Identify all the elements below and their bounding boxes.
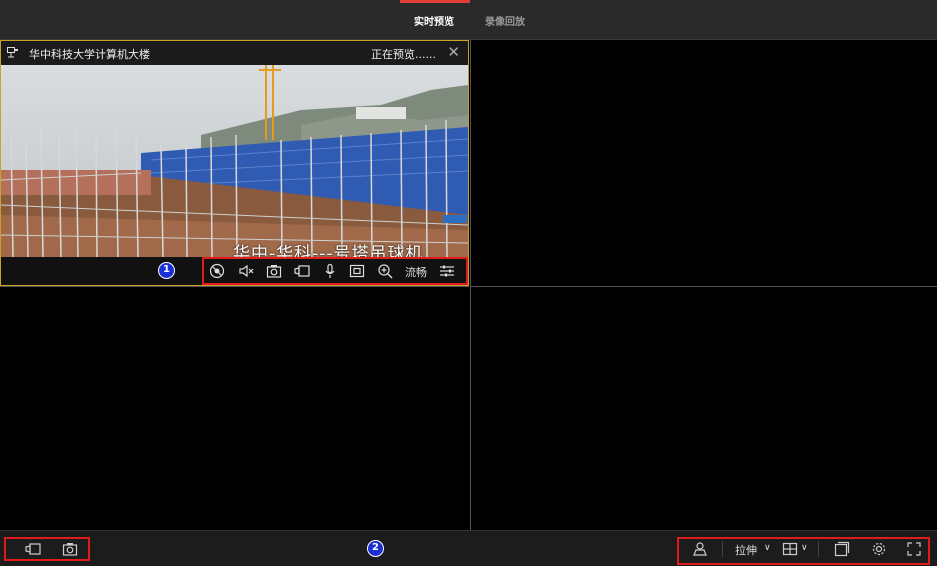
record-icon[interactable] [294,263,310,279]
annotation-badge: 1 [158,262,175,279]
settings-sliders-icon[interactable] [439,263,455,279]
fullscreen-frame-icon[interactable] [349,263,365,279]
microphone-icon[interactable] [322,263,338,279]
snapshot-icon[interactable] [62,541,78,557]
stream-quality-button[interactable]: 流畅 [405,264,427,280]
pane-toolbar: 1 流畅 [1,257,468,285]
chevron-down-icon[interactable]: ∨ [764,543,771,553]
video-pane-2[interactable] [470,40,937,286]
video-grid: 华中科技大学计算机大楼 正在预览...... ✕ 华中-华科---号塔吊球机 1… [0,40,937,530]
pane-header: 华中科技大学计算机大楼 正在预览...... ✕ [1,41,468,65]
video-pane-1[interactable]: 华中科技大学计算机大楼 正在预览...... ✕ 华中-华科---号塔吊球机 1… [0,40,469,286]
snapshot-icon[interactable] [266,263,282,279]
layout-grid-icon[interactable] [782,541,798,557]
tab-live-preview[interactable]: 实时预览 [414,13,454,28]
user-icon[interactable] [692,541,708,557]
tab-playback[interactable]: 录像回放 [485,13,525,28]
window-icon[interactable] [834,541,850,557]
camera-title: 华中科技大学计算机大楼 [29,48,150,61]
divider [722,541,723,557]
preview-status: 正在预览...... [371,48,436,61]
close-icon[interactable]: ✕ [447,43,460,61]
camera-icon [7,47,18,58]
active-tab-indicator [400,0,470,3]
expand-icon[interactable] [906,541,922,557]
annotation-badge: 2 [367,540,384,557]
chevron-down-icon[interactable]: ∨ [801,543,808,553]
video-feed [1,65,468,257]
zoom-in-icon[interactable] [377,263,393,279]
mute-icon[interactable] [238,263,254,279]
top-tab-bar: 实时预览 录像回放 [0,0,937,40]
video-pane-3[interactable] [0,286,469,530]
video-pane-4[interactable] [470,286,937,530]
record-icon[interactable] [25,541,41,557]
ptz-icon[interactable] [209,263,225,279]
gear-icon[interactable] [871,541,887,557]
bottom-toolbar: 2 拉伸 ∨ ∨ [0,530,937,566]
divider [818,541,819,557]
scale-mode-select[interactable]: 拉伸 [735,542,757,558]
